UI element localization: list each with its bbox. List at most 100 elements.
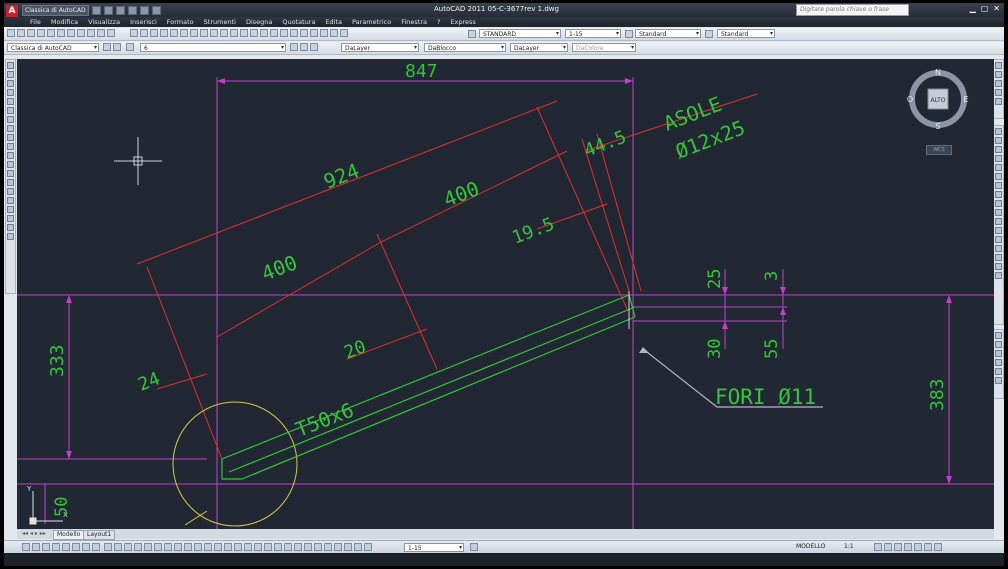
autocad-logo-icon[interactable]: A xyxy=(6,5,18,17)
workspace-switch-icon[interactable] xyxy=(894,543,902,551)
move-icon[interactable] xyxy=(995,173,1002,180)
polyline-edit-icon[interactable] xyxy=(995,350,1002,357)
mleader-add-icon[interactable] xyxy=(354,543,362,551)
undo-tb-icon[interactable] xyxy=(240,29,248,37)
compass-west[interactable]: O xyxy=(907,95,913,104)
layer-properties-icon[interactable] xyxy=(126,43,134,51)
dim-style-combo[interactable]: Standard xyxy=(635,29,701,38)
shade-icon[interactable] xyxy=(32,543,40,551)
block-editor-icon[interactable] xyxy=(230,29,238,37)
send-under-icon[interactable] xyxy=(995,89,1002,96)
zoom-in-icon[interactable] xyxy=(47,29,55,37)
offset-icon[interactable] xyxy=(995,155,1002,162)
wcs-menu[interactable]: WCS xyxy=(926,145,952,155)
dim-diameter-icon[interactable] xyxy=(164,543,172,551)
tab-nav-arrows[interactable]: ◂◂ ◂ ▸ ▸▸ xyxy=(19,530,49,538)
menu-disegna[interactable]: Disegna xyxy=(246,18,272,26)
tab-layout1[interactable]: Layout1 xyxy=(83,530,116,540)
dim-edit-icon[interactable] xyxy=(274,543,282,551)
block-attribute-icon[interactable] xyxy=(995,377,1002,384)
dim-radius-icon[interactable] xyxy=(144,543,152,551)
dim-continue-icon[interactable] xyxy=(204,543,212,551)
help-icon[interactable] xyxy=(340,29,348,37)
text-style-combo[interactable]: STANDARD xyxy=(479,29,561,38)
stretch-icon[interactable] xyxy=(995,200,1002,207)
model-space-toggle[interactable]: MODELLO xyxy=(796,543,826,550)
light-icon[interactable] xyxy=(62,543,70,551)
zoom-out-icon[interactable] xyxy=(57,29,65,37)
undo-icon[interactable] xyxy=(127,5,137,15)
isolate-objects-icon[interactable] xyxy=(924,543,932,551)
pan-icon[interactable] xyxy=(260,29,268,37)
tolerance-icon[interactable] xyxy=(234,543,242,551)
color-combo[interactable]: DaLayer xyxy=(341,43,419,52)
markup-icon[interactable] xyxy=(320,29,328,37)
zoom-object-icon[interactable] xyxy=(107,29,115,37)
explode-icon[interactable] xyxy=(995,272,1002,279)
zoom-realtime-icon[interactable] xyxy=(7,29,15,37)
open-file-icon[interactable] xyxy=(140,29,148,37)
scale-icon[interactable] xyxy=(995,191,1002,198)
dim-angular-icon[interactable] xyxy=(174,543,182,551)
text-style-icon[interactable] xyxy=(468,30,476,38)
workspace-settings-icon[interactable] xyxy=(103,43,111,51)
menu-modifica[interactable]: Modifica xyxy=(51,18,78,26)
menu-formato[interactable]: Formato xyxy=(167,18,194,26)
redo-tb-icon[interactable] xyxy=(250,29,258,37)
command-line[interactable] xyxy=(4,553,1004,566)
dim-linear-icon[interactable] xyxy=(104,543,112,551)
hardware-acceleration-icon[interactable] xyxy=(914,543,922,551)
quick-dim-icon[interactable] xyxy=(184,543,192,551)
table-style-combo[interactable]: Standard xyxy=(717,29,775,38)
workspace-combo[interactable]: Classica di AutoCAD xyxy=(7,43,99,52)
dim-ordinate-icon[interactable] xyxy=(134,543,142,551)
dim-aligned-icon[interactable] xyxy=(114,543,122,551)
zoom-all-icon[interactable] xyxy=(67,29,75,37)
layer-states-icon[interactable] xyxy=(310,43,318,51)
attribute-edit-icon[interactable] xyxy=(995,368,1002,375)
material-icon[interactable] xyxy=(52,543,60,551)
trim-icon[interactable] xyxy=(995,209,1002,216)
insert-block-icon[interactable] xyxy=(7,161,14,168)
save-file-icon[interactable] xyxy=(150,29,158,37)
menu-parametrico[interactable]: Parametrico xyxy=(352,18,391,26)
publish-icon[interactable] xyxy=(180,29,188,37)
dim-text-edit-icon[interactable] xyxy=(284,543,292,551)
dim-scale-combo[interactable]: 1-15 xyxy=(565,29,621,38)
mleader-remove-icon[interactable] xyxy=(364,543,372,551)
dim-style-manager-icon[interactable] xyxy=(324,543,332,551)
send-back-icon[interactable] xyxy=(995,71,1002,78)
break-point-icon[interactable] xyxy=(995,227,1002,234)
menu-express[interactable]: Express xyxy=(450,18,475,26)
redo-icon[interactable] xyxy=(139,5,149,15)
print-icon[interactable] xyxy=(160,29,168,37)
menu-strumenti[interactable]: Strumenti xyxy=(204,18,236,26)
workspace-lock-icon[interactable] xyxy=(113,43,121,51)
array-icon[interactable] xyxy=(995,164,1002,171)
dim-space-icon[interactable] xyxy=(214,543,222,551)
open-icon[interactable] xyxy=(103,5,113,15)
close-icon[interactable]: ✕ xyxy=(993,4,1000,13)
rotate-icon[interactable] xyxy=(995,182,1002,189)
annotation-scale[interactable]: 1:1 xyxy=(844,543,854,550)
zoom-rt-icon[interactable] xyxy=(270,29,278,37)
dim-update-icon[interactable] xyxy=(294,543,302,551)
zoom-extents-icon[interactable] xyxy=(27,29,35,37)
auto-scale-icon[interactable] xyxy=(884,543,892,551)
text-front-icon[interactable] xyxy=(995,98,1002,105)
viewcube[interactable]: ALTO N S E O xyxy=(906,67,970,131)
sheet-set-icon[interactable] xyxy=(310,29,318,37)
fillet-icon[interactable] xyxy=(995,263,1002,270)
jogged-linear-icon[interactable] xyxy=(264,543,272,551)
menu-edita[interactable]: Edita xyxy=(325,18,342,26)
layer-previous-icon[interactable] xyxy=(300,43,308,51)
drawing-canvas[interactable]: Y X 847 924 400 400 44.5 19.5 20 24 ASOL… xyxy=(17,59,994,529)
search-input[interactable]: Digitare parola chiave o frase xyxy=(796,4,909,16)
ellipse-arc-icon[interactable] xyxy=(7,152,14,159)
table-style-icon[interactable] xyxy=(705,30,713,38)
inspection-icon[interactable] xyxy=(254,543,262,551)
polygon-icon[interactable] xyxy=(7,89,14,96)
zoom-previous-icon[interactable] xyxy=(37,29,45,37)
multileader-icon[interactable] xyxy=(344,543,352,551)
maximize-icon[interactable]: ▢ xyxy=(981,4,989,13)
